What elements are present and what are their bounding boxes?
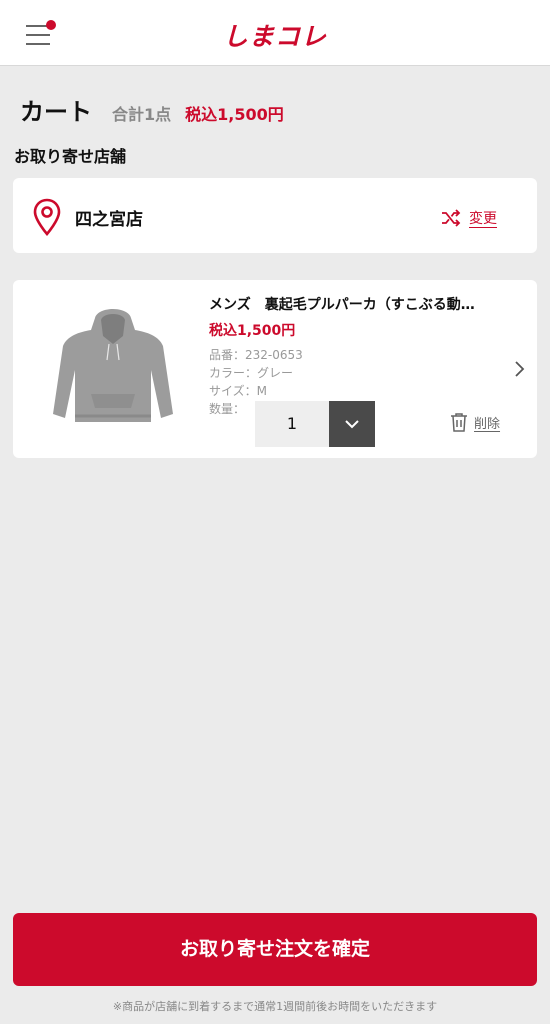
cart-summary: カート 合計1点 税込1,500円 [20,92,284,126]
delete-item-button[interactable]: 削除 [450,411,500,433]
confirm-order-button[interactable]: お取り寄せ注文を確定 [13,913,537,986]
product-sku: 品番：232-0653 [209,348,303,362]
delete-item-label: 削除 [474,416,501,432]
product-image[interactable] [43,296,183,436]
app-logo[interactable]: しまコレ [0,17,550,53]
trash-icon [451,413,467,432]
cart-item-count: 合計1点 [112,105,172,124]
delivery-note: ※商品が店舗に到着するまで通常1週間前後お時間をいただきます [112,1000,438,1013]
cart-total-price: 税込1,500円 [185,105,284,124]
change-store-button[interactable]: 変更 [441,206,497,230]
shuffle-icon [442,209,461,227]
cart-item-card: メンズ 裏起毛プルパーカ（すこぶる動… 税込1,500円 品番：232-0653… [13,280,537,458]
change-store-label: 変更 [469,211,497,227]
quantity-dropdown-button[interactable] [329,401,375,447]
page-title: カート [20,98,92,126]
product-name[interactable]: メンズ 裏起毛プルパーカ（すこぶる動… [209,294,505,314]
product-price: 税込1,500円 [209,323,296,339]
quantity-value[interactable]: 1 [255,401,329,447]
chevron-right-icon[interactable] [513,360,525,378]
location-pin-icon [33,198,61,236]
quantity-label: 数量： [209,402,246,416]
product-color: カラー：グレー [209,366,294,380]
quantity-select[interactable]: 1 [255,401,375,447]
store-name: 四之宮店 [75,210,143,230]
store-card: 四之宮店 変更 [13,178,537,253]
app-header: しまコレ [0,0,550,66]
store-section-label: お取り寄せ店舗 [14,147,127,166]
chevron-down-icon [345,420,359,429]
product-size: サイズ：M [209,384,267,398]
